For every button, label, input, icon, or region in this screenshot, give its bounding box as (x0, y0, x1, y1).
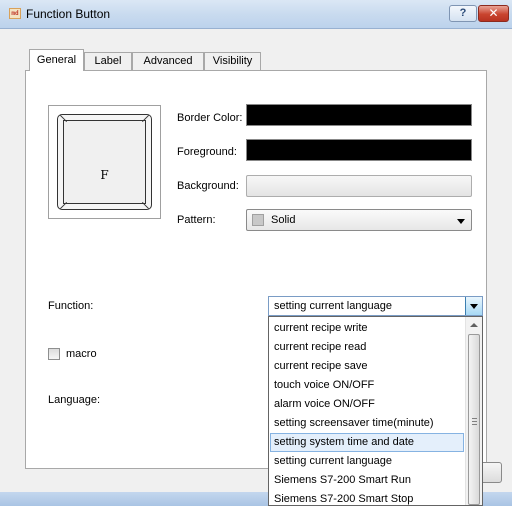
list-item[interactable]: alarm voice ON/OFF (270, 395, 464, 414)
list-item[interactable]: setting screensaver time(minute) (270, 414, 464, 433)
chevron-down-icon (457, 219, 465, 224)
tab-general[interactable]: General (29, 49, 84, 71)
bevel-corner (59, 201, 68, 210)
pattern-select[interactable]: Solid (246, 209, 472, 231)
list-item[interactable]: current recipe write (270, 319, 464, 338)
function-dropdown-button[interactable] (465, 297, 482, 315)
border-color-label: Border Color: (177, 112, 243, 124)
background-label: Background: (177, 180, 239, 192)
help-button[interactable]: ? (449, 5, 477, 22)
tab-visibility[interactable]: Visibility (204, 52, 261, 70)
border-color-picker[interactable] (246, 104, 472, 126)
tab-label[interactable]: Label (84, 52, 132, 70)
function-dropdown-list: current recipe write current recipe read… (268, 316, 483, 506)
pattern-swatch (252, 214, 264, 226)
dialog-button[interactable] (480, 462, 502, 483)
list-item[interactable]: current recipe save (270, 357, 464, 376)
app-icon: md (9, 8, 21, 19)
close-button[interactable]: ✕ (478, 5, 509, 22)
dropdown-scrollbar[interactable] (465, 317, 482, 505)
window-title: Function Button (26, 7, 111, 21)
function-value: setting current language (274, 300, 393, 312)
pattern-value: Solid (271, 214, 296, 226)
foreground-label: Foreground: (177, 146, 237, 158)
list-item[interactable]: Siemens S7-200 Smart Run (270, 471, 464, 490)
list-item[interactable]: current recipe read (270, 338, 464, 357)
grip-line (472, 418, 477, 419)
chevron-down-icon (470, 304, 478, 309)
scroll-up-icon[interactable] (470, 323, 478, 327)
preview-button-face: F (63, 120, 146, 204)
pattern-label: Pattern: (177, 214, 216, 226)
background-color-button[interactable] (246, 175, 472, 197)
title-bar[interactable]: md Function Button ? ✕ (0, 0, 512, 29)
list-item-highlighted[interactable]: setting system time and date (270, 433, 464, 452)
macro-checkbox[interactable] (48, 348, 60, 360)
button-preview: F (48, 105, 161, 219)
grip-line (472, 421, 477, 422)
preview-button-frame: F (57, 114, 152, 210)
macro-label: macro (66, 348, 97, 360)
grip-line (472, 424, 477, 425)
function-label: Function: (48, 300, 94, 312)
tab-advanced[interactable]: Advanced (132, 52, 204, 70)
preview-letter: F (100, 168, 109, 182)
language-label: Language: (48, 394, 100, 406)
function-select[interactable]: setting current language (268, 296, 483, 316)
scrollbar-thumb[interactable] (468, 334, 480, 505)
function-button-dialog: md Function Button ? ✕ General Label Adv… (0, 0, 512, 506)
foreground-color-picker[interactable] (246, 139, 472, 161)
list-item[interactable]: setting current language (270, 452, 464, 471)
list-item[interactable]: touch voice ON/OFF (270, 376, 464, 395)
list-item[interactable]: Siemens S7-200 Smart Stop (270, 490, 464, 505)
